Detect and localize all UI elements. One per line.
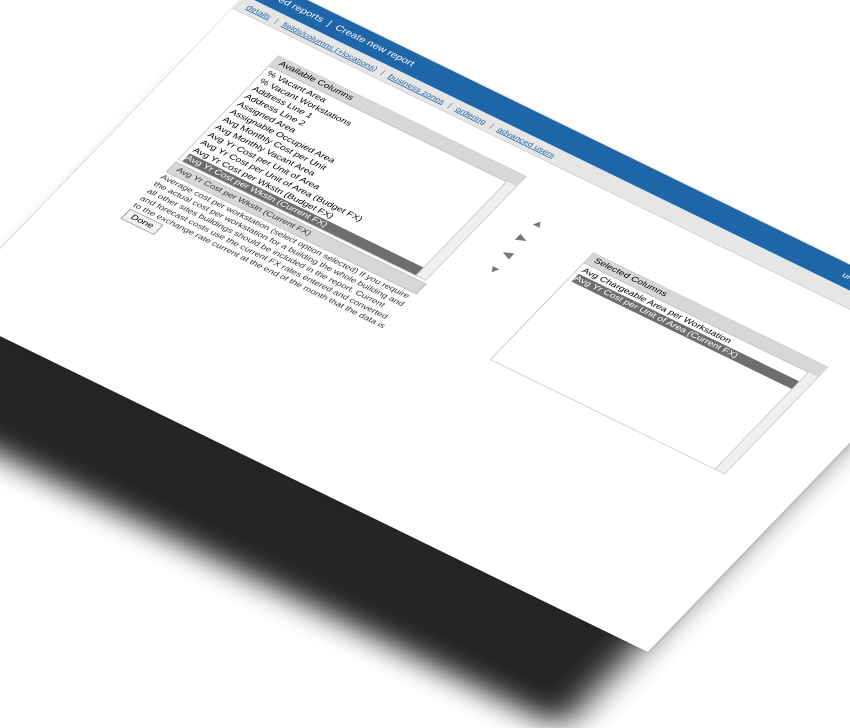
selected-columns-items: Avg Chargeable Area per Workstation Avg …	[567, 263, 818, 395]
nav-separator: |	[273, 16, 282, 24]
breadcrumb-separator: |	[324, 19, 335, 28]
selected-columns-scrollbar[interactable]	[714, 371, 818, 474]
list-item-selected[interactable]: Avg Yr Cost per Unit of Area (Current FX…	[571, 273, 806, 392]
nav-separator: |	[379, 68, 388, 76]
nav-separator: |	[488, 121, 497, 129]
scene: Saved reports | Create new report units:…	[0, 0, 850, 728]
nav-separator: |	[446, 101, 455, 109]
selected-columns-list[interactable]: Selected Columns Avg Chargeable Area per…	[489, 252, 829, 475]
list-item[interactable]: Avg Chargeable Area per Workstation	[579, 266, 813, 384]
move-arrows: ▲ ▶ ◀ ▼	[478, 216, 555, 286]
